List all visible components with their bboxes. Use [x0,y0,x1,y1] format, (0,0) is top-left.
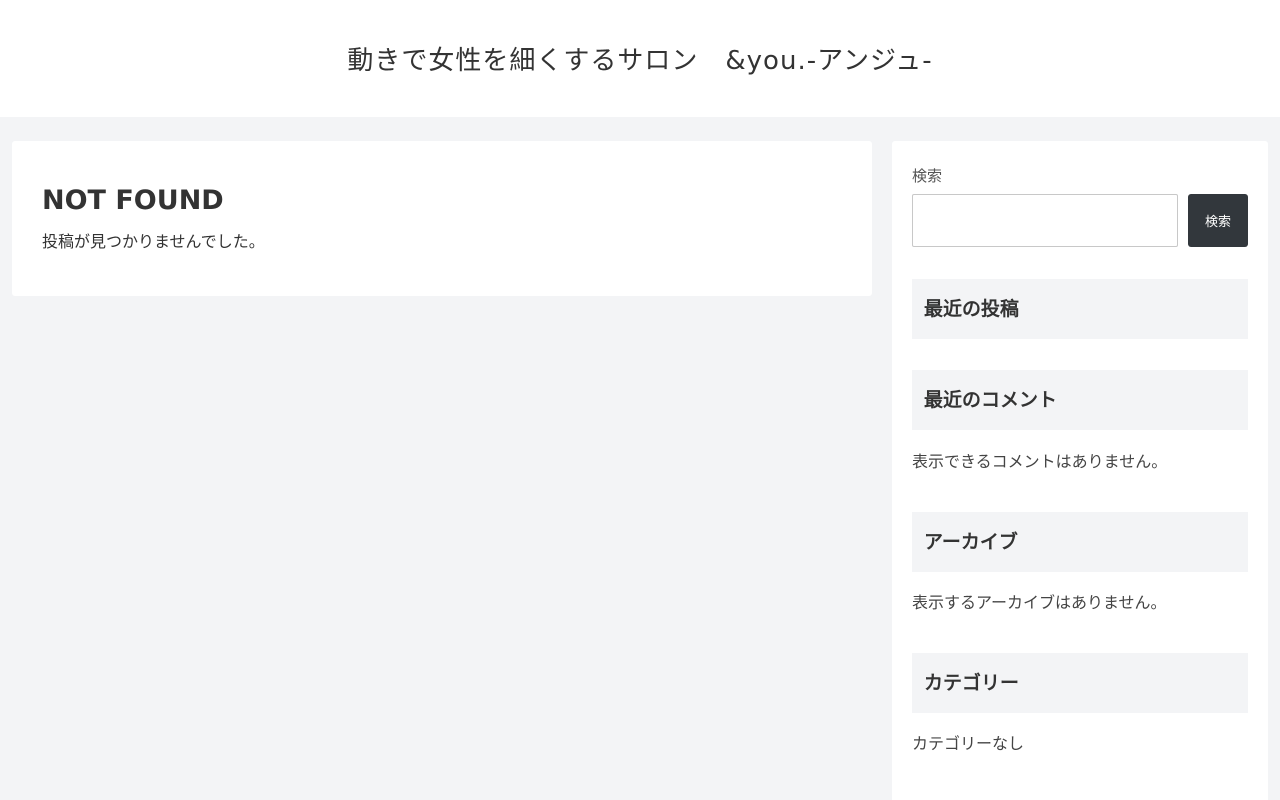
categories-heading: カテゴリー [912,653,1248,713]
search-input[interactable] [912,194,1178,247]
search-button[interactable]: 検索 [1188,194,1248,247]
recent-comments-heading: 最近のコメント [912,370,1248,430]
not-found-card: NOT FOUND 投稿が見つかりませんでした。 [12,141,872,296]
sidebar: 検索 検索 最近の投稿 最近のコメント 表示できるコメントはありません。 アーカ… [892,141,1268,800]
search-label: 検索 [912,167,943,185]
recent-posts-heading: 最近の投稿 [912,279,1248,339]
page-title: NOT FOUND [42,185,224,216]
no-archives-text: 表示するアーカイブはありません。 [912,593,1167,612]
no-comments-text: 表示できるコメントはありません。 [912,452,1168,471]
archives-heading: アーカイブ [912,512,1248,572]
not-found-message: 投稿が見つかりませんでした。 [42,232,265,251]
site-header: 動きで女性を細くするサロン &you.-アンジュ- [0,0,1280,117]
site-title[interactable]: 動きで女性を細くするサロン &you.-アンジュ- [0,42,1280,80]
no-categories-text: カテゴリーなし [912,734,1025,753]
